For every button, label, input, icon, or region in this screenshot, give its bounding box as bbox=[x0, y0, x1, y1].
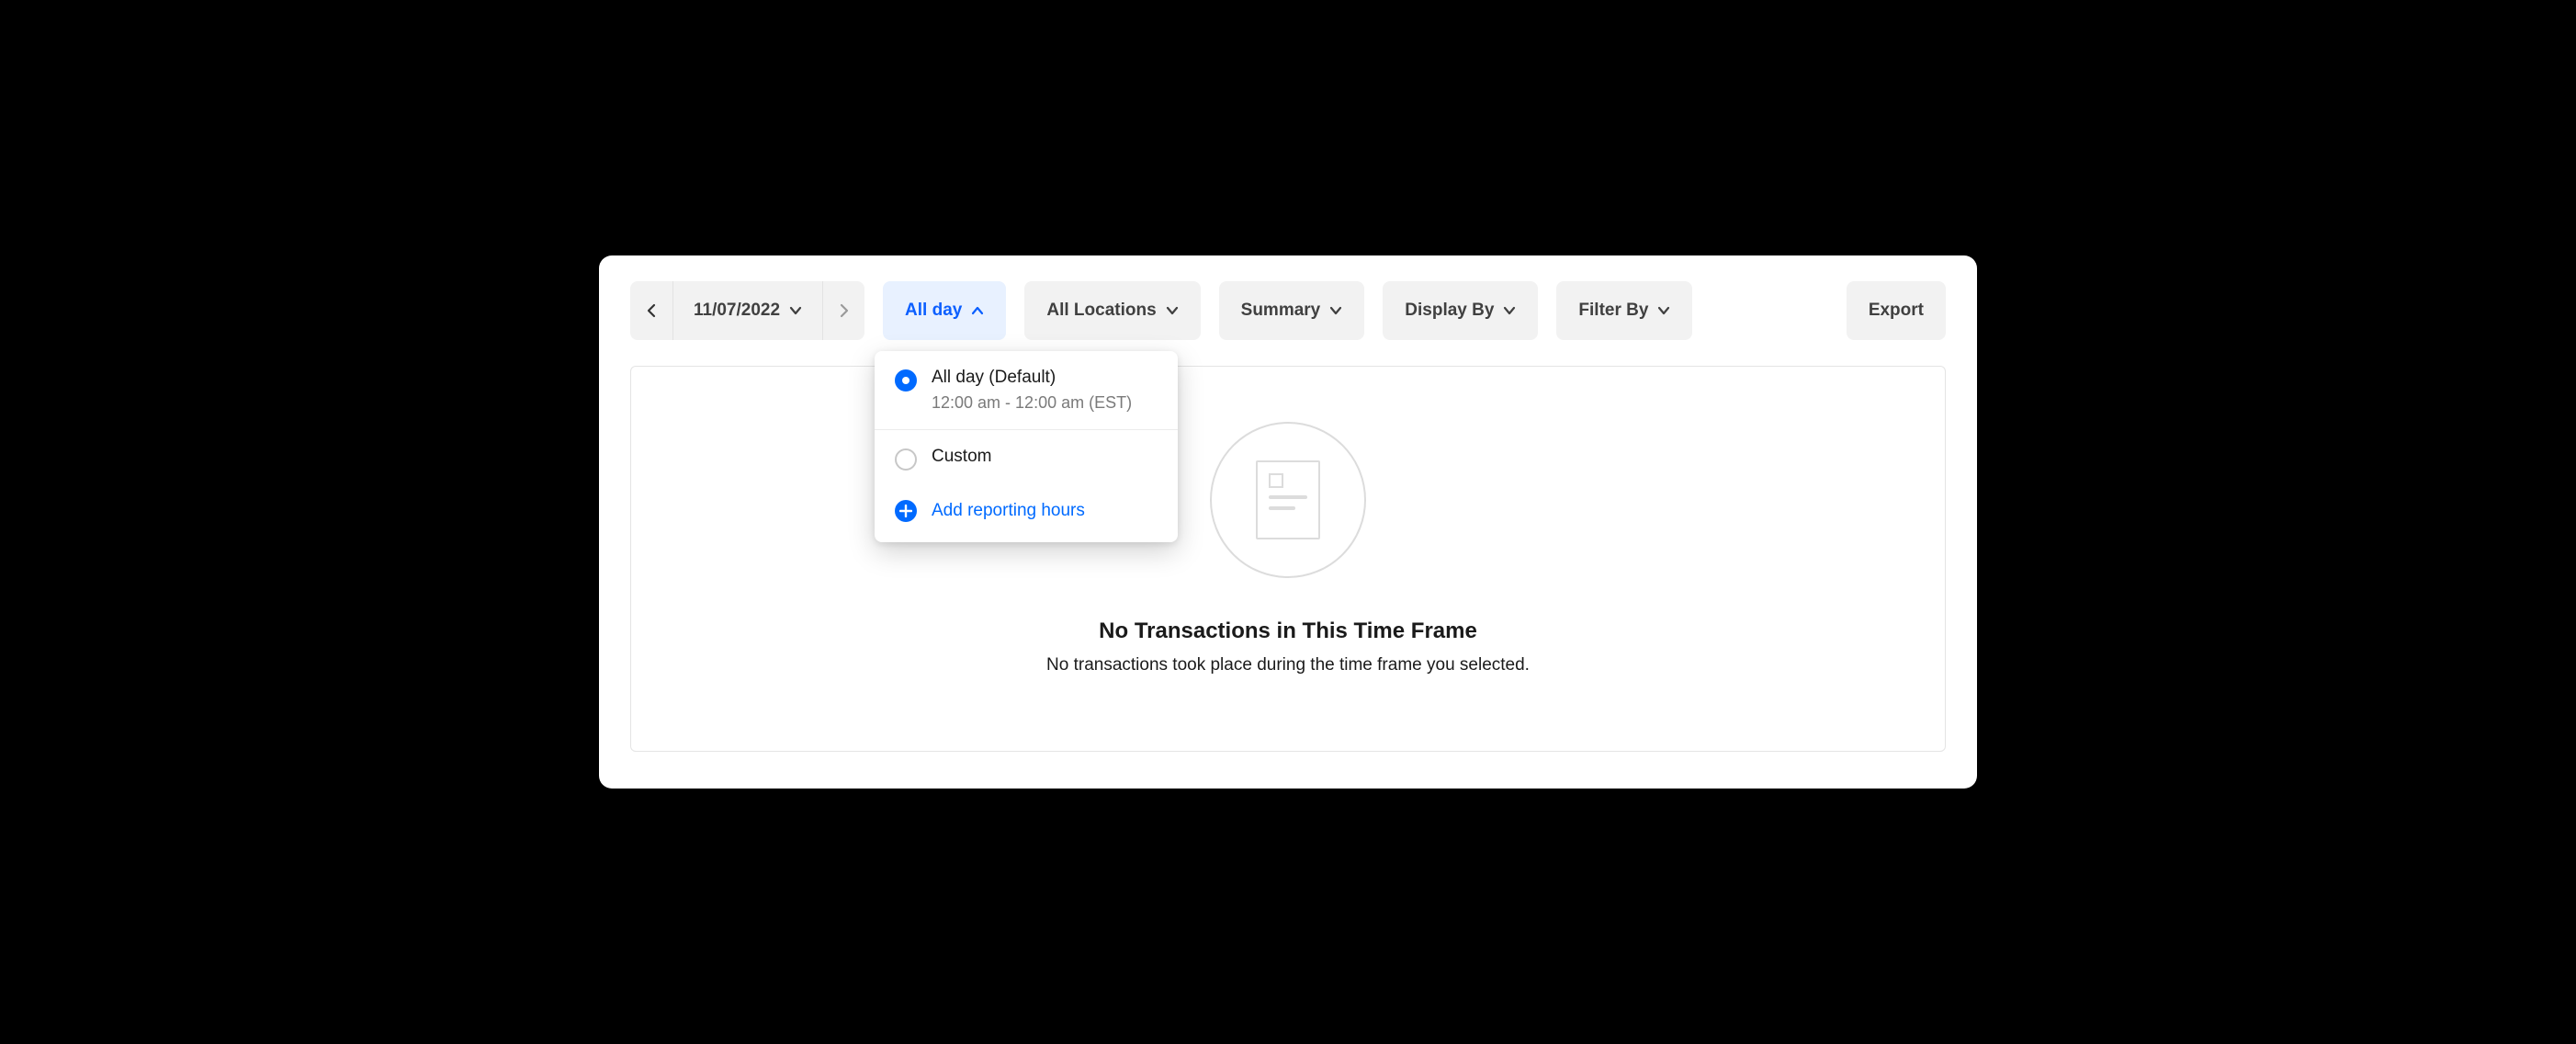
time-option-custom[interactable]: Custom bbox=[875, 430, 1178, 487]
report-window: 11/07/2022 All day All Locations bbox=[599, 255, 1977, 789]
time-option-all-day[interactable]: All day (Default) 12:00 am - 12:00 am (E… bbox=[875, 351, 1178, 429]
next-day-button[interactable] bbox=[822, 281, 864, 340]
radio-icon bbox=[895, 448, 917, 471]
chevron-down-icon bbox=[789, 304, 802, 317]
prev-day-button[interactable] bbox=[630, 281, 672, 340]
plus-icon bbox=[895, 500, 917, 522]
export-button[interactable]: Export bbox=[1847, 281, 1946, 340]
time-option-sublabel: 12:00 am - 12:00 am (EST) bbox=[932, 393, 1132, 413]
time-option-text: All day (Default) 12:00 am - 12:00 am (E… bbox=[932, 368, 1132, 413]
content-frame: No Transactions in This Time Frame No tr… bbox=[630, 366, 1946, 752]
chevron-right-icon bbox=[838, 304, 851, 317]
display-by-filter-button[interactable]: Display By bbox=[1383, 281, 1538, 340]
locations-filter-button[interactable]: All Locations bbox=[1024, 281, 1200, 340]
filter-by-button[interactable]: Filter By bbox=[1556, 281, 1692, 340]
export-button-label: Export bbox=[1869, 301, 1924, 321]
chevron-down-icon bbox=[1503, 304, 1516, 317]
empty-state-subtitle: No transactions took place during the ti… bbox=[1046, 655, 1530, 675]
chevron-down-icon bbox=[1166, 304, 1179, 317]
empty-state-icon bbox=[1210, 422, 1366, 578]
date-picker-label: 11/07/2022 bbox=[694, 301, 780, 321]
toolbar: 11/07/2022 All day All Locations bbox=[630, 281, 1946, 340]
document-icon bbox=[1256, 460, 1320, 539]
time-option-label: All day (Default) bbox=[932, 368, 1132, 388]
empty-state-title: No Transactions in This Time Frame bbox=[1099, 618, 1477, 644]
time-option-label: Custom bbox=[932, 447, 991, 467]
date-picker-button[interactable]: 11/07/2022 bbox=[672, 281, 822, 340]
filter-by-label: Filter By bbox=[1578, 301, 1648, 321]
add-reporting-hours-link[interactable]: Add reporting hours bbox=[875, 487, 1178, 542]
chevron-left-icon bbox=[645, 304, 658, 317]
summary-filter-label: Summary bbox=[1241, 301, 1321, 321]
chevron-down-icon bbox=[1329, 304, 1342, 317]
add-reporting-hours-label: Add reporting hours bbox=[932, 501, 1085, 521]
radio-icon bbox=[895, 369, 917, 392]
time-filter-button[interactable]: All day bbox=[883, 281, 1006, 340]
locations-filter-label: All Locations bbox=[1046, 301, 1156, 321]
chevron-up-icon bbox=[971, 304, 984, 317]
summary-filter-button[interactable]: Summary bbox=[1219, 281, 1365, 340]
time-filter-dropdown: All day (Default) 12:00 am - 12:00 am (E… bbox=[875, 351, 1178, 542]
chevron-down-icon bbox=[1657, 304, 1670, 317]
display-by-filter-label: Display By bbox=[1405, 301, 1494, 321]
time-filter-label: All day bbox=[905, 301, 962, 321]
date-navigator: 11/07/2022 bbox=[630, 281, 864, 340]
